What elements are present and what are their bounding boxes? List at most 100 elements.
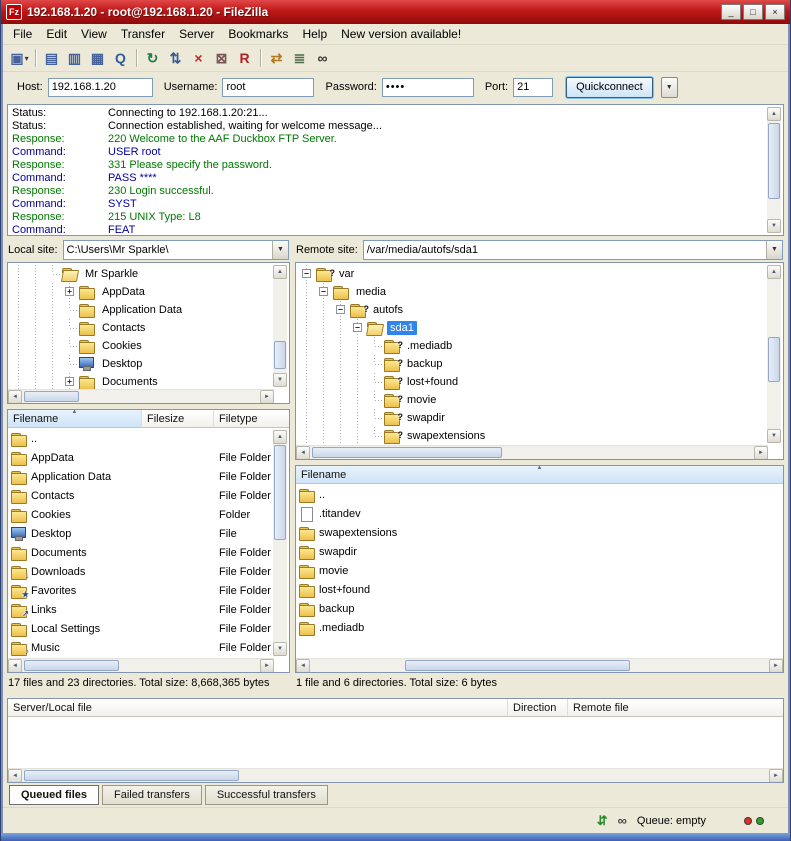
tree-item-lost-found[interactable]: ?lost+found bbox=[298, 373, 767, 391]
scroll-thumb[interactable] bbox=[405, 660, 630, 671]
menu-item-server[interactable]: Server bbox=[172, 25, 221, 43]
local-tree-hscrollbar[interactable]: ◄ ► bbox=[8, 389, 274, 403]
scroll-up-icon[interactable]: ▲ bbox=[273, 265, 287, 279]
tree-item-swapextensions[interactable]: ?swapextensions bbox=[298, 427, 767, 445]
tree-item-mr-sparkle[interactable]: Mr Sparkle bbox=[10, 265, 273, 283]
local-list-vscrollbar[interactable]: ▲ ▼ bbox=[273, 430, 287, 656]
scroll-thumb[interactable] bbox=[24, 660, 119, 671]
refresh-icon[interactable]: ↻ bbox=[141, 47, 164, 69]
column-header-filesize[interactable]: Filesize bbox=[142, 410, 214, 428]
collapse-icon[interactable]: − bbox=[302, 269, 311, 278]
scroll-right-icon[interactable]: ► bbox=[260, 390, 274, 404]
file-row-[interactable]: .. bbox=[298, 485, 783, 504]
file-row-backup[interactable]: backup bbox=[298, 599, 783, 618]
chevron-down-icon[interactable]: ▾ bbox=[25, 54, 29, 63]
speed-limits-icon[interactable]: ⇵ bbox=[597, 814, 608, 827]
scroll-right-icon[interactable]: ► bbox=[769, 769, 783, 783]
queue-hscrollbar[interactable]: ◄ ► bbox=[8, 768, 783, 782]
log-scrollbar[interactable]: ▲ ▼ bbox=[767, 107, 781, 233]
tree-item-media[interactable]: −media bbox=[298, 283, 767, 301]
file-row-music[interactable]: ♪MusicFile Folder bbox=[10, 638, 289, 657]
tab-successful-transfers[interactable]: Successful transfers bbox=[205, 785, 328, 805]
scroll-right-icon[interactable]: ► bbox=[754, 446, 768, 460]
filename-filters-icon[interactable]: Q bbox=[109, 47, 132, 69]
scroll-left-icon[interactable]: ◄ bbox=[296, 659, 310, 673]
local-list-hscrollbar[interactable]: ◄ ► bbox=[8, 658, 274, 672]
tree-item-backup[interactable]: ?backup bbox=[298, 355, 767, 373]
file-row-favorites[interactable]: ★FavoritesFile Folder bbox=[10, 581, 289, 600]
tree-item-autofs[interactable]: −?autofs bbox=[298, 301, 767, 319]
file-row-contacts[interactable]: ContactsFile Folder bbox=[10, 486, 289, 505]
scroll-up-icon[interactable]: ▲ bbox=[767, 107, 781, 121]
scroll-thumb[interactable] bbox=[24, 770, 239, 781]
scroll-thumb[interactable] bbox=[274, 341, 286, 369]
cancel-icon[interactable]: × bbox=[187, 47, 210, 69]
minimize-button[interactable]: _ bbox=[721, 4, 741, 20]
column-header-remote-file[interactable]: Remote file bbox=[568, 699, 783, 717]
tree-item-appdata[interactable]: +AppData bbox=[10, 283, 273, 301]
file-row-downloads[interactable]: ↓DownloadsFile Folder bbox=[10, 562, 289, 581]
tree-item-documents[interactable]: +Documents bbox=[10, 373, 273, 389]
collapse-icon[interactable]: − bbox=[353, 323, 362, 332]
scroll-down-icon[interactable]: ▼ bbox=[273, 642, 287, 656]
file-row-application-data[interactable]: Application DataFile Folder bbox=[10, 467, 289, 486]
scroll-thumb[interactable] bbox=[768, 123, 780, 199]
tree-item-desktop[interactable]: Desktop bbox=[10, 355, 273, 373]
scroll-left-icon[interactable]: ◄ bbox=[8, 769, 22, 783]
expand-icon[interactable]: + bbox=[65, 377, 74, 386]
scroll-up-icon[interactable]: ▲ bbox=[767, 265, 781, 279]
scroll-thumb[interactable] bbox=[312, 447, 502, 458]
host-input[interactable] bbox=[48, 78, 153, 97]
scroll-left-icon[interactable]: ◄ bbox=[8, 659, 22, 673]
message-log-toggle-icon[interactable]: ▤ bbox=[40, 47, 63, 69]
tab-queued-files[interactable]: Queued files bbox=[9, 785, 99, 805]
synchronized-browsing-icon[interactable]: ≣ bbox=[288, 47, 311, 69]
remote-site-input[interactable] bbox=[364, 241, 766, 259]
file-row-desktop[interactable]: DesktopFile bbox=[10, 524, 289, 543]
quickconnect-button[interactable]: Quickconnect bbox=[566, 77, 653, 98]
scroll-thumb[interactable] bbox=[768, 337, 780, 382]
file-row-[interactable]: .. bbox=[10, 429, 289, 448]
reconnect-icon[interactable]: R bbox=[233, 47, 256, 69]
scroll-down-icon[interactable]: ▼ bbox=[273, 373, 287, 387]
file-row-swapdir[interactable]: swapdir bbox=[298, 542, 783, 561]
disconnect-icon[interactable]: ⊠ bbox=[210, 47, 233, 69]
directory-comparison-icon[interactable]: ⇄ bbox=[265, 47, 288, 69]
scroll-down-icon[interactable]: ▼ bbox=[767, 429, 781, 443]
maximize-button[interactable]: □ bbox=[743, 4, 763, 20]
local-treeview-toggle-icon[interactable]: ▥ bbox=[63, 47, 86, 69]
username-input[interactable] bbox=[222, 78, 314, 97]
remote-tree-vscrollbar[interactable]: ▲ ▼ bbox=[767, 265, 781, 443]
file-row-documents[interactable]: DocumentsFile Folder bbox=[10, 543, 289, 562]
scroll-down-icon[interactable]: ▼ bbox=[767, 219, 781, 233]
scroll-right-icon[interactable]: ► bbox=[260, 659, 274, 673]
column-header-filetype[interactable]: Filetype bbox=[214, 410, 289, 428]
column-header-local-file[interactable]: Server/Local file bbox=[8, 699, 508, 717]
menu-item-bookmarks[interactable]: Bookmarks bbox=[221, 25, 295, 43]
file-row-swapextensions[interactable]: swapextensions bbox=[298, 523, 783, 542]
file-row-mediadb[interactable]: .mediadb bbox=[298, 618, 783, 637]
file-row-links[interactable]: ↗LinksFile Folder bbox=[10, 600, 289, 619]
tree-item-sda1[interactable]: −sda1 bbox=[298, 319, 767, 337]
tree-item-mediadb[interactable]: ?.mediadb bbox=[298, 337, 767, 355]
column-header-direction[interactable]: Direction bbox=[508, 699, 568, 717]
menu-item-new-version-available[interactable]: New version available! bbox=[334, 25, 468, 43]
tree-item-var[interactable]: −?var bbox=[298, 265, 767, 283]
scroll-thumb[interactable] bbox=[274, 445, 286, 540]
menu-item-view[interactable]: View bbox=[74, 25, 114, 43]
file-row-movie[interactable]: movie bbox=[298, 561, 783, 580]
column-header-filename[interactable]: ▲ Filename bbox=[296, 466, 783, 484]
title-bar[interactable]: Fz 192.168.1.20 - root@192.168.1.20 - Fi… bbox=[1, 0, 790, 24]
binoculars-icon[interactable]: ∞ bbox=[618, 814, 627, 827]
local-site-input[interactable] bbox=[64, 241, 272, 259]
scroll-left-icon[interactable]: ◄ bbox=[296, 446, 310, 460]
tree-item-application-data[interactable]: Application Data bbox=[10, 301, 273, 319]
file-row-appdata[interactable]: AppDataFile Folder bbox=[10, 448, 289, 467]
remote-treeview-toggle-icon[interactable]: ▦ bbox=[86, 47, 109, 69]
file-row-lost-found[interactable]: lost+found bbox=[298, 580, 783, 599]
menu-item-transfer[interactable]: Transfer bbox=[114, 25, 172, 43]
local-site-combo[interactable]: ▼ bbox=[63, 240, 289, 260]
quickconnect-dropdown-button[interactable]: ▼ bbox=[661, 77, 678, 98]
menu-item-file[interactable]: File bbox=[6, 25, 39, 43]
tree-item-movie[interactable]: ?movie bbox=[298, 391, 767, 409]
